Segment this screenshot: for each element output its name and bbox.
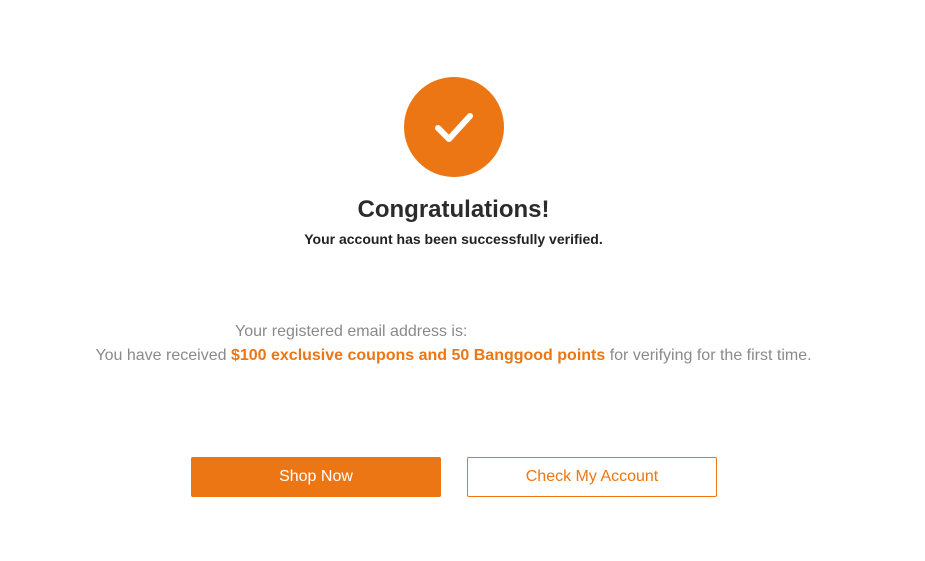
shop-now-button[interactable]: Shop Now	[191, 457, 441, 497]
email-label: Your registered email address is:	[235, 323, 468, 340]
checkmark-icon	[435, 113, 473, 142]
page-title: Congratulations!	[357, 196, 550, 223]
check-my-account-button[interactable]: Check My Account	[467, 457, 717, 497]
reward-prefix: You have received	[95, 347, 231, 364]
verification-status: Your account has been successfully verif…	[304, 231, 603, 247]
reward-message: You have received $100 exclusive coupons…	[0, 346, 907, 366]
reward-suffix: for verifying for the first time.	[605, 347, 812, 364]
reward-highlight: $100 exclusive coupons and 50 Banggood p…	[230, 347, 606, 364]
success-badge	[404, 77, 504, 177]
